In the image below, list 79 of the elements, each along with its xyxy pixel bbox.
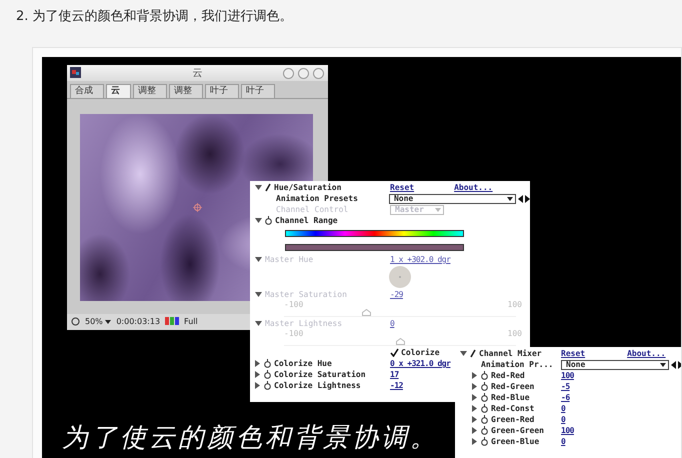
window-title: 云 <box>192 67 202 80</box>
stopwatch-icon[interactable] <box>481 404 488 413</box>
property-value[interactable]: 17 <box>390 370 399 379</box>
effect-title: Channel Mixer <box>479 349 542 358</box>
effect-icon <box>265 183 271 192</box>
property-label: Red-Red <box>491 371 525 380</box>
stopwatch-icon[interactable] <box>481 382 488 391</box>
resolution-dropdown[interactable]: Full <box>184 316 198 326</box>
preset-dropdown[interactable]: None <box>388 194 516 204</box>
property-value[interactable]: 0 <box>561 437 566 446</box>
property-label: Green-Blue <box>491 437 540 446</box>
comp-tab[interactable]: 合成 <box>70 84 104 98</box>
comp-tab[interactable]: 调整 <box>133 84 167 98</box>
stopwatch-icon[interactable] <box>481 393 488 402</box>
range-min-label: -100 <box>284 329 304 338</box>
reset-link[interactable]: Reset <box>390 183 414 192</box>
property-label: Colorize Lightness <box>274 381 361 390</box>
about-link[interactable]: About... <box>627 349 666 358</box>
property-label: Green-Green <box>491 426 544 435</box>
property-label: Master Lightness <box>265 319 342 328</box>
property-label: Green-Red <box>491 415 534 424</box>
effect-icon <box>470 349 476 358</box>
property-label: Channel Control <box>275 205 348 214</box>
effect-title: Hue/Saturation <box>274 183 342 192</box>
property-label: Colorize Hue <box>274 359 332 368</box>
keyframe-nav-icon[interactable] <box>518 194 530 202</box>
expand-triangle-icon[interactable] <box>255 184 262 190</box>
app-icon <box>70 67 81 78</box>
property-value[interactable]: -5 <box>561 382 570 391</box>
caret-icon <box>507 196 514 200</box>
caret-icon <box>105 320 112 324</box>
property-value[interactable]: 0 <box>561 404 566 413</box>
stopwatch-icon[interactable] <box>481 371 488 380</box>
stopwatch-icon[interactable] <box>264 359 271 368</box>
stopwatch-icon[interactable] <box>481 426 488 435</box>
range-max-label: 100 <box>508 300 522 309</box>
about-link[interactable]: About... <box>454 183 493 192</box>
snapshot-icon[interactable] <box>71 316 80 326</box>
caret-icon <box>435 208 441 212</box>
stopwatch-icon[interactable] <box>265 216 272 225</box>
property-value[interactable]: 0 x +321.0 dgr <box>390 359 450 368</box>
property-label: Red-Const <box>491 404 534 413</box>
timecode[interactable]: 0:00:03:13 <box>116 316 160 326</box>
keyframe-nav-icon[interactable] <box>671 360 681 368</box>
expand-triangle-icon[interactable] <box>460 350 467 356</box>
property-label: Master Saturation <box>265 290 347 299</box>
stopwatch-icon[interactable] <box>481 415 488 424</box>
property-label: Animation Pr... <box>480 360 554 369</box>
property-label: Channel Range <box>275 216 338 225</box>
property-value[interactable]: -12 <box>390 381 403 390</box>
comp-tab[interactable]: 云 <box>106 84 131 98</box>
channel-swatch-icon[interactable] <box>165 317 180 325</box>
colorize-checkbox[interactable]: Colorize <box>390 348 440 357</box>
comp-tab[interactable]: 叶子 <box>241 84 275 98</box>
checkmark-icon <box>390 348 399 357</box>
handwritten-caption: 为了使云的颜色和背景协调。 <box>62 423 439 453</box>
expand-triangle-icon[interactable] <box>255 218 262 224</box>
step-heading: 2. 为了使云的颜色和背景协调，我们进行调色。 <box>15 8 294 26</box>
range-max-label: 100 <box>508 329 522 338</box>
stopwatch-icon[interactable] <box>264 370 271 379</box>
anchor-point-icon <box>193 203 202 212</box>
stopwatch-icon[interactable] <box>481 437 488 446</box>
property-value[interactable]: 0 <box>561 415 566 424</box>
zoom-dropdown[interactable]: 50% <box>85 316 112 326</box>
preset-dropdown[interactable]: None <box>561 360 669 370</box>
property-value[interactable]: 100 <box>561 426 574 435</box>
range-min-label: -100 <box>284 300 304 309</box>
property-value[interactable]: -6 <box>561 393 570 402</box>
property-label: Master Hue <box>265 255 314 264</box>
caret-icon <box>660 362 666 366</box>
property-label: Red-Blue <box>491 393 530 402</box>
comp-tab[interactable]: 调整 <box>169 84 203 98</box>
comp-tab[interactable]: 叶子 <box>205 84 239 98</box>
stopwatch-icon[interactable] <box>264 381 271 390</box>
property-value[interactable]: 100 <box>561 371 574 380</box>
property-label: Animation Presets <box>275 194 358 203</box>
property-label: Colorize Saturation <box>274 370 366 379</box>
reset-link[interactable]: Reset <box>561 349 586 358</box>
property-label: Red-Green <box>491 382 534 391</box>
